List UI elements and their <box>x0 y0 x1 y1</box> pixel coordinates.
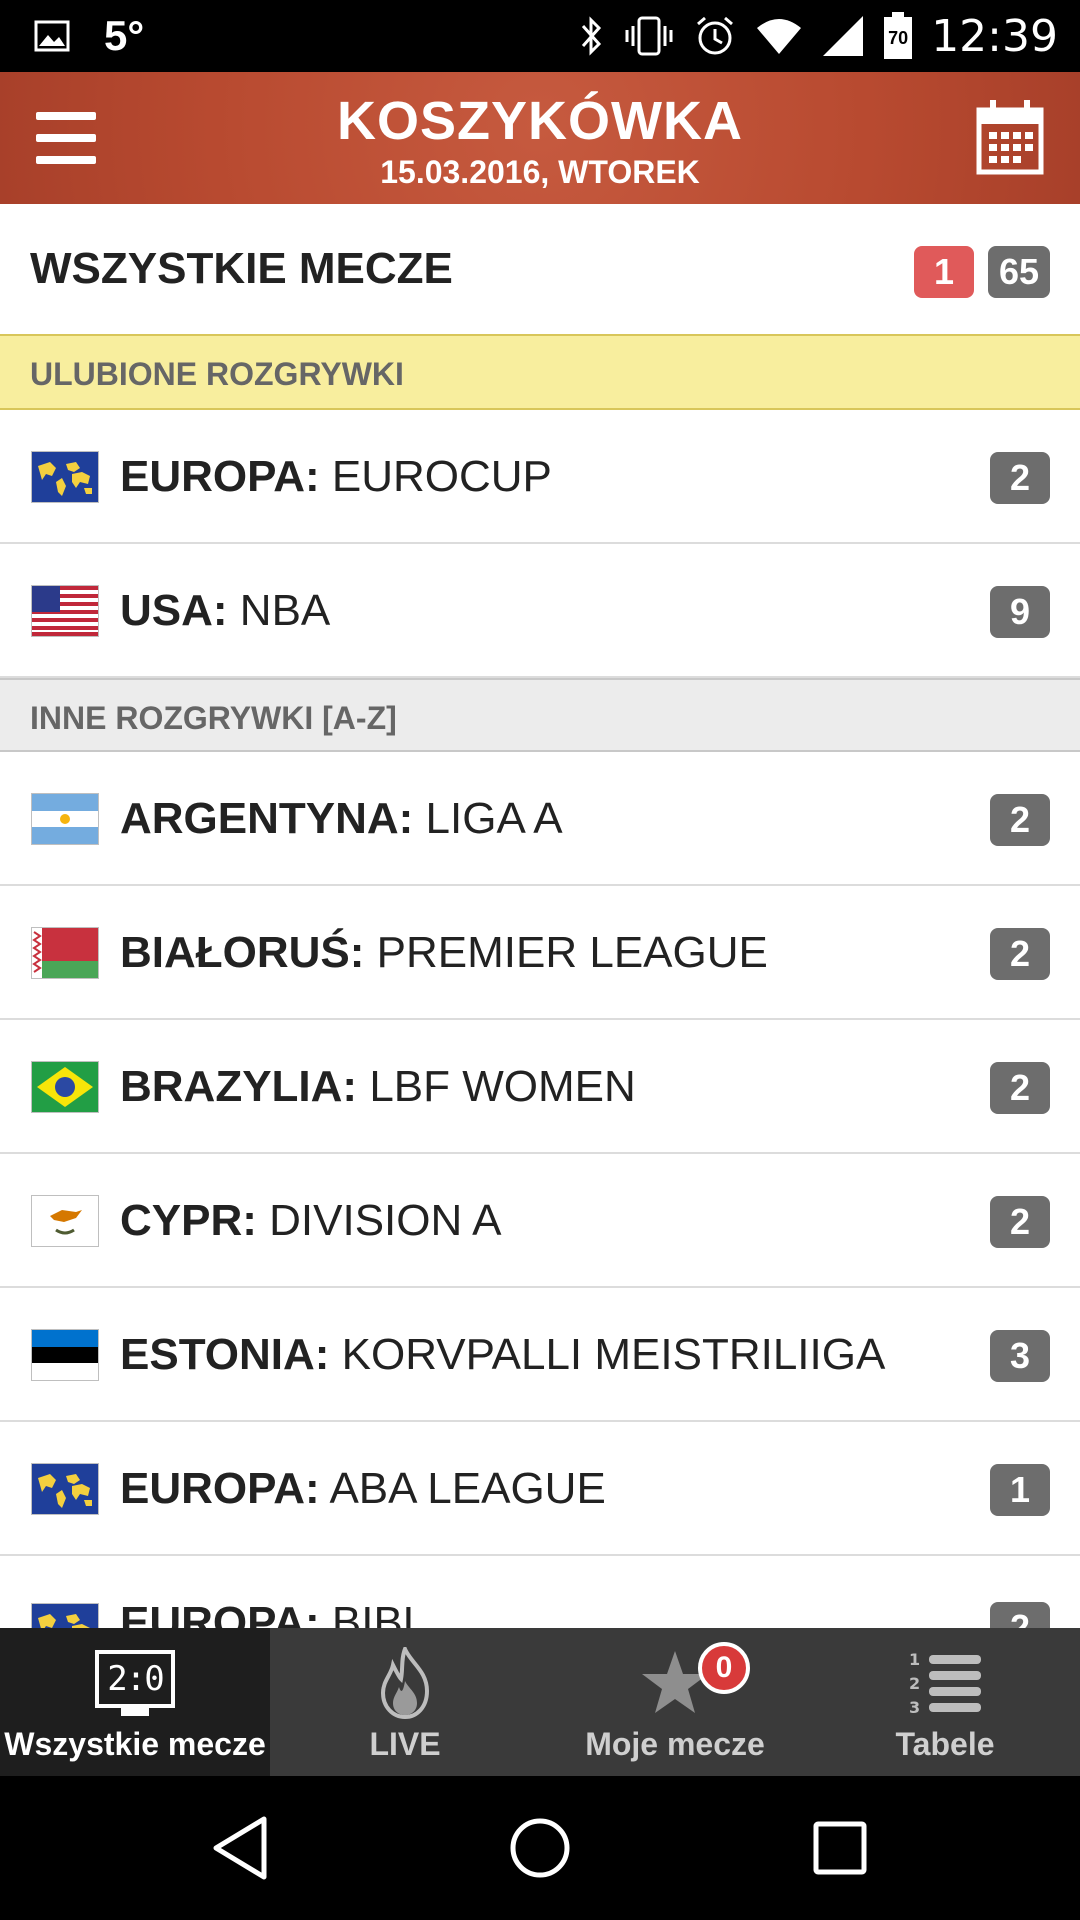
league-row[interactable]: ESTONIA: KORVPALLI MEISTRILIIGA 3 <box>0 1288 1080 1422</box>
match-count-badge: 2 <box>990 928 1050 980</box>
app-header: KOSZYKÓWKA 15.03.2016, WTOREK <box>0 72 1080 204</box>
league-row[interactable]: EUROPA: BIBL 2 <box>0 1556 1080 1628</box>
league-name: ARGENTYNA: LIGA A <box>120 794 563 844</box>
belarus-flag-icon <box>32 928 98 978</box>
wifi-icon <box>755 16 803 56</box>
country-name: BIAŁORUŚ: <box>120 928 365 977</box>
battery-level: 70 <box>888 28 909 48</box>
match-count-badge: 2 <box>990 1602 1050 1628</box>
usa-flag-icon <box>32 586 98 636</box>
match-count-badge: 9 <box>990 586 1050 638</box>
bottom-navigation: 2:0 Wszystkie mecze LIVE Moje mecze 1 2 3 <box>0 1628 1080 1776</box>
competition-name: LBF WOMEN <box>357 1062 636 1111</box>
svg-text:2: 2 <box>909 1674 920 1693</box>
other-competitions-heading-label: INNE ROZGRYWKI [A-Z] <box>30 700 397 736</box>
competition-name: NBA <box>227 586 331 635</box>
cyprus-flag-icon <box>32 1196 98 1246</box>
world-flag-icon <box>32 1464 98 1514</box>
favorites-heading: ULUBIONE ROZGRYWKI <box>0 336 1080 410</box>
back-icon[interactable] <box>200 1808 280 1888</box>
nav-label: Wszystkie mecze <box>4 1726 266 1762</box>
league-name: EUROPA: EUROCUP <box>120 452 552 502</box>
clock: 12:39 <box>931 10 1058 62</box>
page-date: 15.03.2016, WTOREK <box>380 154 700 190</box>
alarm-icon <box>693 14 737 58</box>
country-name: EUROPA: <box>120 1598 320 1628</box>
vibrate-icon <box>623 14 675 58</box>
league-row[interactable]: CYPR: DIVISION A 2 <box>0 1154 1080 1288</box>
league-name: BRAZYLIA: LBF WOMEN <box>120 1062 636 1112</box>
my-matches-badge: 0 <box>698 1642 750 1694</box>
home-icon[interactable] <box>500 1808 580 1888</box>
country-name: EUROPA: <box>120 452 320 501</box>
scoreboard-icon: 2:0 <box>0 1646 270 1720</box>
all-matches-label: WSZYSTKIE MECZE <box>30 244 453 293</box>
league-name: EUROPA: ABA LEAGUE <box>120 1464 606 1514</box>
argentina-flag-icon <box>32 794 98 844</box>
country-name: EUROPA: <box>120 1464 320 1513</box>
nav-tables[interactable]: 1 2 3 Tabele <box>810 1628 1080 1776</box>
bluetooth-icon <box>577 14 605 58</box>
nav-all-matches[interactable]: 2:0 Wszystkie mecze <box>0 1628 270 1776</box>
competition-name: ABA LEAGUE <box>319 1464 606 1513</box>
league-row[interactable]: BIAŁORUŚ: PREMIER LEAGUE 2 <box>0 886 1080 1020</box>
league-row[interactable]: ARGENTYNA: LIGA A 2 <box>0 752 1080 886</box>
image-icon <box>34 20 70 52</box>
country-name: BRAZYLIA: <box>120 1062 358 1111</box>
star-icon <box>540 1646 810 1720</box>
system-navigation-bar <box>0 1776 1080 1920</box>
match-count-badge: 1 <box>990 1464 1050 1516</box>
league-name: EUROPA: BIBL <box>120 1598 427 1628</box>
competition-name: DIVISION A <box>256 1196 502 1245</box>
league-name: USA: NBA <box>120 586 330 636</box>
competition-name: KORVPALLI MEISTRILIIGA <box>329 1330 886 1379</box>
other-competitions-heading: INNE ROZGRYWKI [A-Z] <box>0 678 1080 752</box>
page-title: KOSZYKÓWKA <box>337 91 743 151</box>
nav-label: LIVE <box>369 1726 441 1762</box>
match-count-badge: 3 <box>990 1330 1050 1382</box>
nav-label: Tabele <box>895 1726 995 1762</box>
signal-icon <box>821 14 865 58</box>
list-icon: 1 2 3 <box>810 1646 1080 1720</box>
match-count-badge: 2 <box>990 1196 1050 1248</box>
favorites-heading-label: ULUBIONE ROZGRYWKI <box>30 356 404 392</box>
country-name: USA: <box>120 586 228 635</box>
league-name: CYPR: DIVISION A <box>120 1196 501 1246</box>
calendar-icon[interactable] <box>976 100 1044 176</box>
recents-icon[interactable] <box>800 1808 880 1888</box>
world-flag-icon <box>32 1604 98 1628</box>
status-bar: 5° 70 12:39 <box>0 0 1080 72</box>
competition-name: PREMIER LEAGUE <box>364 928 768 977</box>
country-name: ARGENTYNA: <box>120 794 414 843</box>
nav-my-matches[interactable]: Moje mecze <box>540 1628 810 1776</box>
competition-name: LIGA A <box>413 794 563 843</box>
flame-icon <box>270 1646 540 1720</box>
competition-name: EUROCUP <box>319 452 552 501</box>
league-name: ESTONIA: KORVPALLI MEISTRILIIGA <box>120 1330 885 1380</box>
nav-label: Moje mecze <box>585 1726 765 1762</box>
total-count-badge: 65 <box>988 246 1050 298</box>
battery-icon: 70 <box>883 12 913 60</box>
match-count-badge: 2 <box>990 452 1050 504</box>
svg-text:1: 1 <box>909 1650 920 1669</box>
world-flag-icon <box>32 452 98 502</box>
league-row[interactable]: EUROPA: EUROCUP 2 <box>0 410 1080 544</box>
live-count-badge: 1 <box>914 246 974 298</box>
competition-name: BIBL <box>319 1598 428 1628</box>
scoreboard-text: 2:0 <box>107 1659 164 1699</box>
brazil-flag-icon <box>32 1062 98 1112</box>
estonia-flag-icon <box>32 1330 98 1380</box>
all-matches-row[interactable]: WSZYSTKIE MECZE 1 65 <box>0 204 1080 336</box>
country-name: CYPR: <box>120 1196 257 1245</box>
nav-live[interactable]: LIVE <box>270 1628 540 1776</box>
svg-text:3: 3 <box>909 1698 920 1717</box>
country-name: ESTONIA: <box>120 1330 330 1379</box>
match-count-badge: 2 <box>990 1062 1050 1114</box>
league-name: BIAŁORUŚ: PREMIER LEAGUE <box>120 928 768 978</box>
league-row[interactable]: EUROPA: ABA LEAGUE 1 <box>0 1422 1080 1556</box>
league-row[interactable]: BRAZYLIA: LBF WOMEN 2 <box>0 1020 1080 1154</box>
league-row[interactable]: USA: NBA 9 <box>0 544 1080 678</box>
temperature: 5° <box>104 12 145 59</box>
match-count-badge: 2 <box>990 794 1050 846</box>
